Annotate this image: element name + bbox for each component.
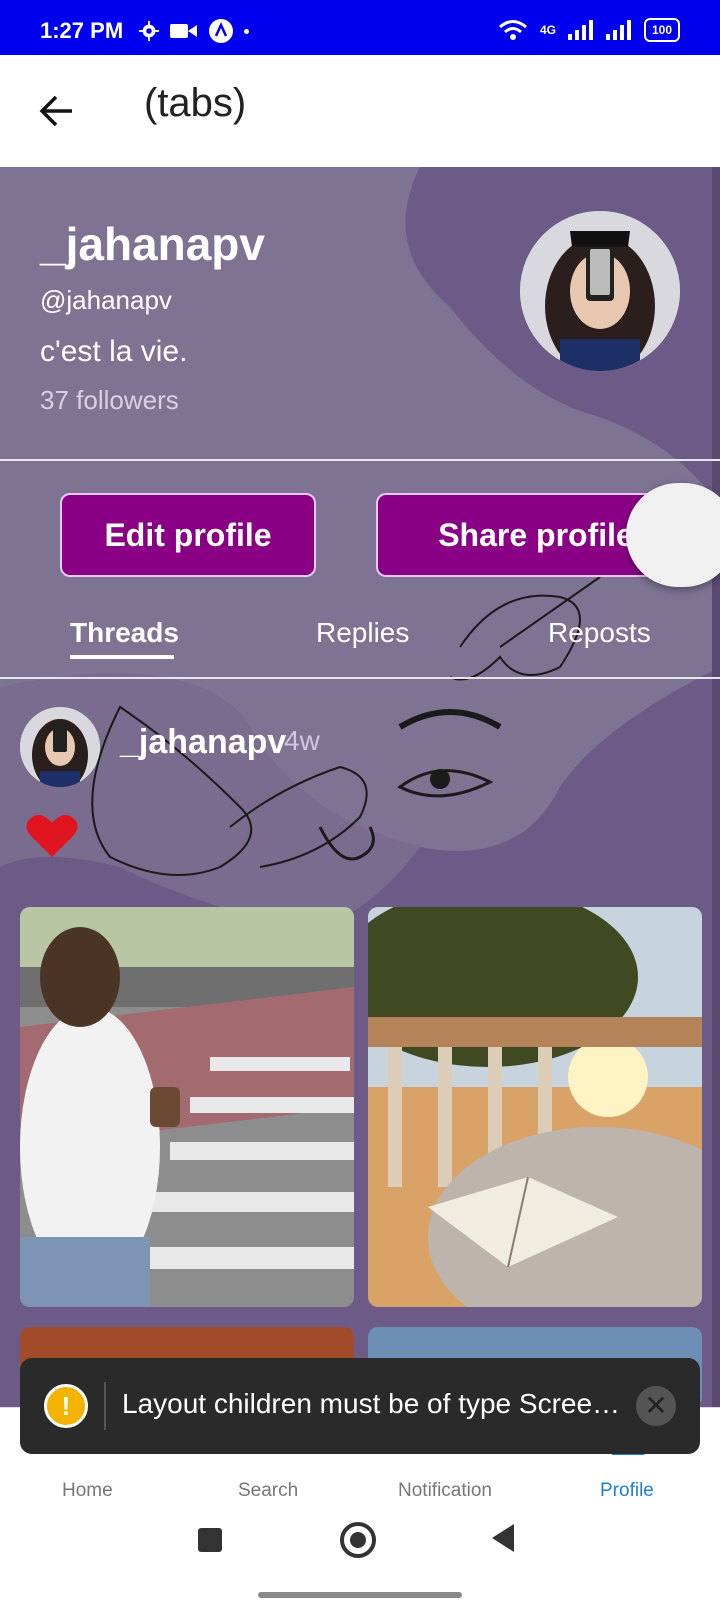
dot-icon <box>244 28 249 34</box>
network-label: 4G <box>539 23 556 37</box>
nav-profile[interactable]: Profile <box>600 1480 654 1502</box>
profile-tabs: Threads Replies Reposts <box>0 617 720 657</box>
tabs-divider <box>0 677 720 679</box>
post-image-street[interactable] <box>20 907 354 1307</box>
nav-notification[interactable]: Notification <box>398 1480 492 1502</box>
edit-profile-button[interactable]: Edit profile <box>60 493 316 577</box>
recents-button[interactable] <box>198 1528 222 1552</box>
app-icon <box>209 19 233 43</box>
post-image-sunset[interactable] <box>368 907 702 1307</box>
status-bar: 1:27 PM 4G 100 <box>0 0 720 55</box>
warning-icon: ! <box>44 1384 88 1428</box>
signal-icon <box>567 20 593 40</box>
toast-message: Layout children must be of type Screen… <box>122 1388 622 1419</box>
tab-reposts[interactable]: Reposts <box>548 617 651 649</box>
floating-bubble[interactable] <box>626 483 720 587</box>
post-username[interactable]: _jahanapv <box>120 723 286 762</box>
error-toast[interactable]: ! Layout children must be of type Screen… <box>20 1358 700 1454</box>
status-icons-right: 4G 100 <box>498 18 680 42</box>
active-tab-indicator <box>70 655 174 659</box>
profile-handle: @jahanapv <box>40 285 172 315</box>
heart-emoji-icon <box>26 815 78 857</box>
app-header: (tabs) <box>0 55 720 167</box>
post-timestamp: 4w <box>284 725 320 756</box>
avatar[interactable] <box>520 211 680 371</box>
toast-separator <box>104 1382 106 1430</box>
battery-indicator: 100 <box>643 18 680 42</box>
profile-bio: c'est la vie. <box>40 335 188 368</box>
page-title: (tabs) <box>144 81 247 125</box>
nav-search[interactable]: Search <box>238 1480 298 1502</box>
back-arrow-icon[interactable] <box>36 91 76 131</box>
video-icon <box>170 24 197 38</box>
signal-icon-2 <box>605 20 631 40</box>
tab-replies[interactable]: Replies <box>316 617 409 649</box>
followers-count[interactable]: 37 followers <box>40 385 179 416</box>
section-divider <box>0 459 720 461</box>
status-time: 1:27 PM <box>40 18 124 43</box>
nav-home[interactable]: Home <box>62 1480 113 1502</box>
wifi-icon <box>498 20 527 40</box>
gear-icon <box>138 20 160 42</box>
profile-content[interactable]: _jahanapv @jahanapv c'est la vie. 37 fol… <box>0 167 720 1407</box>
system-navigation <box>0 1502 720 1600</box>
gesture-bar[interactable] <box>258 1592 462 1598</box>
close-icon[interactable]: ✕ <box>636 1386 676 1426</box>
tab-threads[interactable]: Threads <box>70 617 179 649</box>
profile-name: _jahanapv <box>40 218 265 270</box>
post-avatar[interactable] <box>20 707 100 787</box>
status-icons-left <box>138 18 249 44</box>
back-button[interactable] <box>492 1524 514 1552</box>
home-button[interactable] <box>340 1522 376 1558</box>
scrollbar[interactable] <box>712 167 720 1407</box>
